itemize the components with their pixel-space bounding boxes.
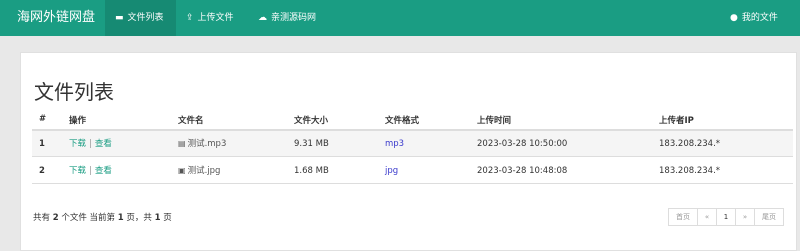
pagination-prev-button[interactable]: « (697, 208, 717, 226)
upload-time: 2023-03-28 10:50:00 (477, 139, 568, 149)
file-count-summary: 共有 2 个文件 当前第 1 页，共 1 页 (33, 211, 172, 223)
upload-icon: ⇪ (186, 13, 194, 23)
download-link[interactable]: 下载 (69, 166, 86, 176)
upload-time: 2023-03-28 10:48:08 (477, 166, 568, 176)
nav-source-site[interactable]: ☁ 亲测源码网 (248, 0, 334, 36)
column-header-filesize: 文件大小 (294, 116, 329, 126)
file-format: jpg (385, 166, 399, 176)
summary-suffix: 页 (163, 213, 172, 223)
row-actions: 下载 | 查看 (69, 158, 112, 184)
nav-my-files-label: 我的文件 (741, 13, 778, 23)
file-format: mp3 (385, 139, 405, 149)
user-icon: ● (730, 13, 738, 23)
column-header-index: # (39, 114, 47, 124)
folder-open-icon: ▬ (115, 13, 124, 23)
row-index: 2 (39, 166, 45, 176)
pagination-next-button[interactable]: » (735, 208, 755, 226)
row-index: 1 (39, 139, 45, 149)
top-navbar: 海网外链网盘 ▬ 文件列表 ⇪ 上传文件 ☁ 亲测源码网 ● 我的文件 (0, 0, 800, 36)
column-header-actions: 操作 (69, 116, 87, 126)
view-link[interactable]: 查看 (95, 139, 112, 149)
action-separator: | (89, 139, 92, 149)
nav-upload-label: 上传文件 (197, 13, 234, 23)
audio-file-icon: ▤ (178, 139, 186, 148)
uploader-ip: 183.208.234.* (659, 166, 721, 176)
summary-prefix: 共有 (33, 213, 51, 223)
file-name: 测试.mp3 (187, 139, 227, 149)
table-row: 1 下载 | 查看 ▤ 测试.mp3 9.31 MB mp3 2023-03-28 1… (32, 131, 793, 157)
page-title: 文件列表 (34, 80, 114, 104)
summary-total-count: 2 (52, 213, 59, 223)
table-row: 2 下载 | 查看 ▣ 测试.jpg 1.68 MB jpg 2023-03-28 1… (32, 158, 793, 184)
nav-file-list-label: 文件列表 (127, 13, 164, 23)
file-size: 9.31 MB (294, 139, 329, 149)
view-link[interactable]: 查看 (95, 166, 112, 176)
cloud-icon: ☁ (258, 13, 267, 23)
column-header-uploader-ip: 上传者IP (659, 116, 694, 126)
nav-file-list[interactable]: ▬ 文件列表 (105, 0, 176, 36)
column-header-upload-time: 上传时间 (477, 116, 512, 126)
summary-mid2: 页，共 (126, 213, 152, 223)
summary-current-page: 1 (117, 213, 124, 223)
nav-my-files[interactable]: ● 我的文件 (730, 0, 792, 36)
file-size: 1.68 MB (294, 166, 329, 176)
summary-mid: 个文件 当前第 (61, 213, 116, 223)
nav-source-label: 亲测源码网 (271, 13, 317, 23)
image-file-icon: ▣ (178, 166, 186, 175)
file-name: 测试.jpg (187, 166, 221, 176)
nav-upload-file[interactable]: ⇪ 上传文件 (176, 0, 248, 36)
pagination-current-page[interactable]: 1 (716, 208, 736, 226)
pagination-first-button[interactable]: 首页 (668, 208, 698, 226)
download-link[interactable]: 下载 (69, 139, 86, 149)
row-actions: 下载 | 查看 (69, 131, 112, 157)
summary-total-pages: 1 (154, 213, 161, 223)
action-separator: | (89, 166, 92, 176)
column-header-format: 文件格式 (385, 116, 420, 126)
pagination-last-button[interactable]: 尾页 (754, 208, 784, 226)
column-header-filename: 文件名 (178, 116, 204, 126)
file-name-cell: ▤ 测试.mp3 (178, 131, 226, 157)
brand-logo[interactable]: 海网外链网盘 (17, 0, 95, 36)
uploader-ip: 183.208.234.* (659, 139, 721, 149)
file-name-cell: ▣ 测试.jpg (178, 158, 220, 184)
